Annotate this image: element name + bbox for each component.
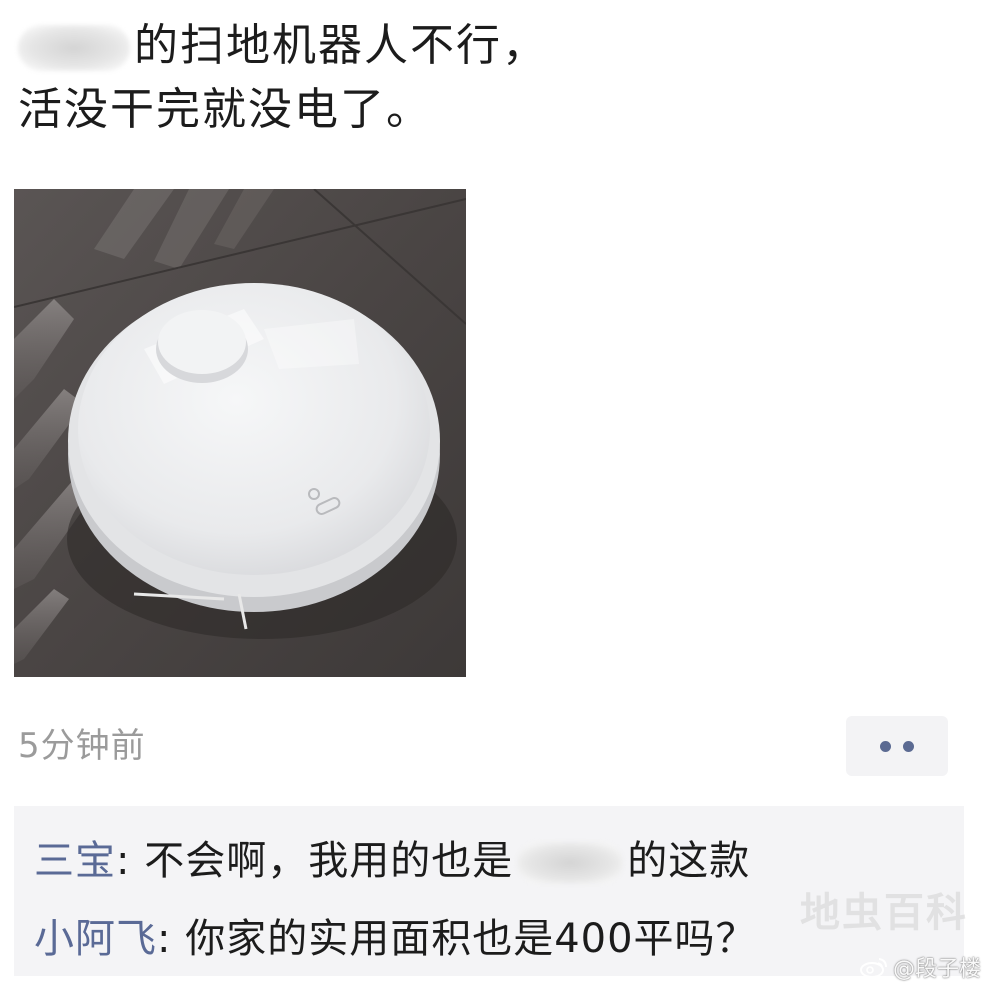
post-line-1: 的扫地机器人不行，: [18, 14, 918, 78]
post-line-1-text: 的扫地机器人不行，: [134, 20, 548, 71]
blurred-brand-name: [517, 842, 624, 884]
robot-vacuum-image: [14, 189, 466, 677]
comment-text: 的这款: [627, 838, 751, 884]
more-dots-icon: [903, 740, 914, 752]
comment-item[interactable]: 小阿飞: 你家的实用面积也是400平吗？: [34, 906, 757, 964]
comment-separator: :: [116, 838, 145, 884]
weibo-icon: [859, 958, 887, 978]
more-dots-icon: [880, 740, 891, 752]
comment-item[interactable]: 三宝: 不会啊，我用的也是 的这款: [34, 828, 750, 886]
watermark-handle-text: @段子楼: [892, 957, 981, 982]
post-line-2: 活没干完就没电了。: [18, 84, 432, 135]
robot-vacuum-photo[interactable]: [14, 189, 466, 677]
watermark-logo: 地虫百科: [800, 890, 968, 936]
more-options-button[interactable]: [846, 716, 948, 776]
blurred-brand-name: [18, 25, 130, 71]
timestamp: 5分钟前: [18, 726, 146, 766]
comment-text: 不会啊，我用的也是: [144, 838, 514, 884]
comment-author[interactable]: 小阿飞: [34, 916, 157, 962]
comment-text: 你家的实用面积也是400平吗？: [185, 916, 757, 962]
watermark-handle: @段子楼: [859, 951, 981, 983]
post-text: 的扫地机器人不行， 活没干完就没电了。: [18, 14, 918, 142]
comment-author[interactable]: 三宝: [34, 838, 116, 884]
comment-separator: :: [157, 916, 186, 962]
